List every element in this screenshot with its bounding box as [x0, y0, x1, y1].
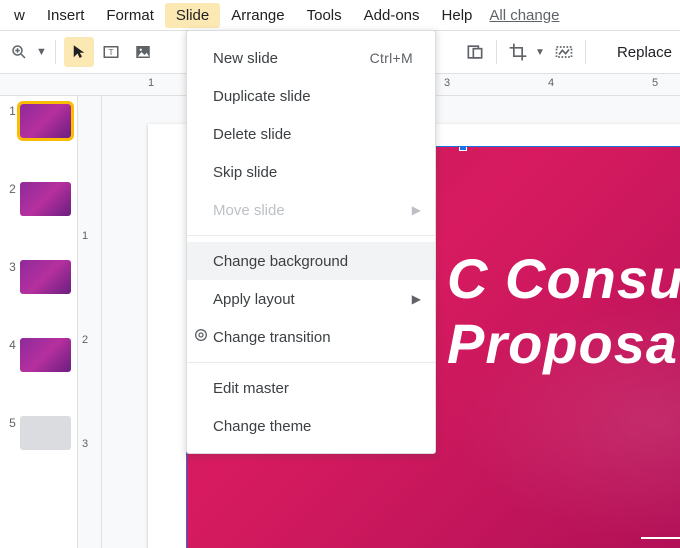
- slide-title: C Consul Proposa: [447, 247, 680, 378]
- transition-tool[interactable]: [460, 37, 490, 67]
- menu-label: Move slide: [213, 202, 285, 219]
- decorative-line: [641, 537, 680, 539]
- thumbnail-number: 2: [6, 182, 16, 196]
- thumbnail-1[interactable]: 1: [6, 104, 71, 138]
- select-tool[interactable]: [64, 37, 94, 67]
- mask-icon: [554, 42, 574, 62]
- slide-menu: New slide Ctrl+M Duplicate slide Delete …: [186, 30, 436, 454]
- thumbnail-preview: [20, 182, 71, 216]
- menu-label: Edit master: [213, 380, 289, 397]
- menubar-item-addons[interactable]: Add-ons: [353, 3, 431, 28]
- thumbnail-3[interactable]: 3: [6, 260, 71, 294]
- menubar-item-insert[interactable]: Insert: [36, 3, 96, 28]
- thumbnail-preview: [20, 260, 71, 294]
- toolbar-separator: [496, 40, 497, 64]
- menu-change-theme[interactable]: Change theme: [187, 407, 435, 445]
- zoom-control[interactable]: ▼: [10, 43, 47, 61]
- crop-icon: [508, 42, 528, 62]
- ruler-number: 3: [82, 438, 88, 450]
- thumbnail-number: 3: [6, 260, 16, 274]
- menu-shortcut: Ctrl+M: [370, 50, 413, 66]
- thumbnail-number: 1: [6, 104, 16, 118]
- menubar-item-slide[interactable]: Slide: [165, 3, 220, 28]
- slide-title-line: Proposa: [447, 312, 678, 375]
- menu-move-slide: Move slide ▶: [187, 191, 435, 229]
- thumbnail-number: 4: [6, 338, 16, 352]
- mask-tool[interactable]: [549, 37, 579, 67]
- resize-handle[interactable]: [459, 146, 467, 151]
- menu-label: Apply layout: [213, 291, 295, 308]
- menu-change-background[interactable]: Change background: [187, 242, 435, 280]
- menu-skip-slide[interactable]: Skip slide: [187, 153, 435, 191]
- thumbnail-5[interactable]: 5: [6, 416, 71, 450]
- ruler-number: 1: [148, 77, 154, 89]
- menu-duplicate-slide[interactable]: Duplicate slide: [187, 77, 435, 115]
- toolbar-separator: [585, 40, 586, 64]
- submenu-arrow-icon: ▶: [412, 203, 421, 217]
- menu-separator: [187, 235, 435, 236]
- replace-image-button[interactable]: Replace: [617, 44, 672, 61]
- image-tool[interactable]: [128, 37, 158, 67]
- ruler-number: 3: [444, 77, 450, 89]
- ruler-number: 1: [82, 230, 88, 242]
- thumbnail-preview: [20, 416, 71, 450]
- chevron-down-icon: ▼: [36, 46, 47, 58]
- menubar-item-format[interactable]: Format: [95, 3, 165, 28]
- menu-delete-slide[interactable]: Delete slide: [187, 115, 435, 153]
- textbox-tool[interactable]: T: [96, 37, 126, 67]
- menubar: w Insert Format Slide Arrange Tools Add-…: [0, 0, 680, 30]
- thumbnail-number: 5: [6, 416, 16, 430]
- menu-separator: [187, 362, 435, 363]
- chevron-down-icon: ▼: [535, 47, 545, 58]
- menubar-item-view-frag[interactable]: w: [14, 3, 36, 28]
- slide-thumbnails: 1 2 3 4 5: [0, 96, 78, 548]
- textbox-icon: T: [102, 43, 120, 61]
- ruler-number: 5: [652, 77, 658, 89]
- ruler-number: 4: [548, 77, 554, 89]
- thumbnail-4[interactable]: 4: [6, 338, 71, 372]
- vertical-ruler: 1 2 3: [78, 96, 102, 548]
- thumbnail-preview: [20, 104, 71, 138]
- menu-label: New slide: [213, 50, 278, 67]
- menubar-item-arrange[interactable]: Arrange: [220, 3, 295, 28]
- menu-label: Delete slide: [213, 126, 291, 143]
- menu-apply-layout[interactable]: Apply layout ▶: [187, 280, 435, 318]
- menu-label: Skip slide: [213, 164, 277, 181]
- changes-saved-link[interactable]: All change: [489, 7, 559, 24]
- zoom-icon: [10, 43, 28, 61]
- menu-change-transition[interactable]: Change transition: [187, 318, 435, 356]
- menubar-item-help[interactable]: Help: [431, 3, 484, 28]
- menubar-item-tools[interactable]: Tools: [296, 3, 353, 28]
- menu-label: Change theme: [213, 418, 311, 435]
- transition-icon: [193, 327, 209, 347]
- crop-tool[interactable]: [503, 37, 533, 67]
- image-icon: [134, 43, 152, 61]
- thumbnail-preview: [20, 338, 71, 372]
- cursor-icon: [70, 43, 88, 61]
- transition-icon: [465, 42, 485, 62]
- thumbnail-2[interactable]: 2: [6, 182, 71, 216]
- svg-text:T: T: [108, 48, 113, 57]
- menu-label: Duplicate slide: [213, 88, 311, 105]
- menu-new-slide[interactable]: New slide Ctrl+M: [187, 39, 435, 77]
- ruler-number: 2: [82, 334, 88, 346]
- toolbar-separator: [55, 40, 56, 64]
- menu-edit-master[interactable]: Edit master: [187, 369, 435, 407]
- menu-label: Change transition: [213, 329, 331, 346]
- submenu-arrow-icon: ▶: [412, 292, 421, 306]
- slide-title-line: C Consul: [447, 247, 680, 310]
- menu-label: Change background: [213, 253, 348, 270]
